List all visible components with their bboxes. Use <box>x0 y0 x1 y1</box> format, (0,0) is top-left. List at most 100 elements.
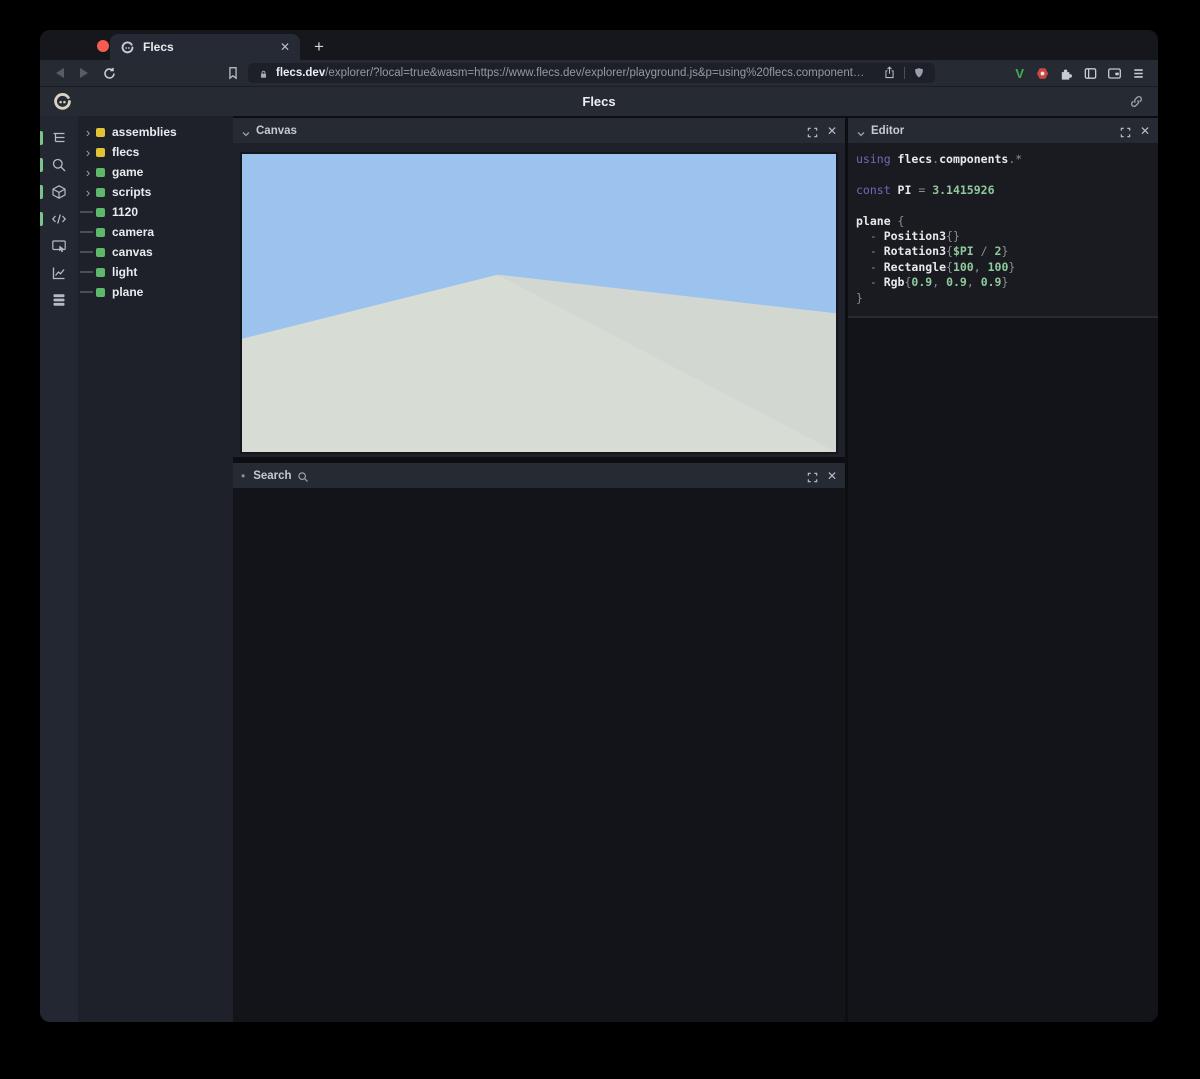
chevron-down-icon[interactable] <box>241 126 251 136</box>
code-icon <box>51 211 67 227</box>
close-icon[interactable]: ✕ <box>1140 125 1150 137</box>
canvas-panel-header: Canvas ✕ <box>233 118 845 143</box>
tree-item-plane[interactable]: plane <box>78 282 233 302</box>
icon-rail <box>40 116 78 1022</box>
tab-title: Flecs <box>143 40 280 54</box>
code-line: plane { <box>856 214 1158 229</box>
code-line <box>856 167 1158 182</box>
tree-item-label: flecs <box>112 145 139 159</box>
code-line: - Rotation3{$PI / 2} <box>856 244 1158 259</box>
forward-button-icon[interactable] <box>80 68 88 78</box>
canvas-3d-viewport[interactable] <box>240 152 838 454</box>
code-line: using flecs.components.* <box>856 152 1158 167</box>
tree-item-label: assemblies <box>112 125 177 139</box>
tree-item-light[interactable]: light <box>78 262 233 282</box>
expand-chevron-icon[interactable]: › <box>80 186 96 199</box>
search-panel-title: Search <box>253 470 291 482</box>
main-column: Canvas ✕ <box>233 116 845 1022</box>
app-header: Flecs <box>40 86 1158 116</box>
expand-icon[interactable] <box>807 470 818 481</box>
permalink-icon[interactable] <box>1129 94 1144 109</box>
window-close-button[interactable] <box>97 40 109 52</box>
empty-area <box>848 318 1158 1022</box>
chevron-down-icon[interactable] <box>856 126 866 136</box>
entity-color-swatch <box>96 168 105 177</box>
red-extension-icon[interactable] <box>1035 66 1050 81</box>
wallet-icon[interactable] <box>1107 66 1122 81</box>
bookmark-icon[interactable] <box>226 66 240 80</box>
rail-item-code[interactable] <box>40 205 78 232</box>
url-host: flecs.dev <box>276 67 325 79</box>
flecs-logo-icon <box>52 91 73 112</box>
expand-icon[interactable] <box>1120 125 1131 136</box>
rail-item-cube[interactable] <box>40 178 78 205</box>
active-indicator <box>40 185 43 199</box>
tab-close-icon[interactable]: ✕ <box>280 40 290 54</box>
rail-item-inspect[interactable] <box>40 232 78 259</box>
expand-chevron-icon[interactable]: › <box>80 126 96 139</box>
tree-item-1120[interactable]: 1120 <box>78 202 233 222</box>
code-line: } <box>856 291 1158 306</box>
cube-icon <box>51 184 67 200</box>
active-indicator <box>40 212 43 226</box>
canvas-panel-body <box>233 143 845 457</box>
vue-devtools-extension-icon[interactable]: V <box>1015 66 1024 81</box>
back-button-icon[interactable] <box>56 68 64 78</box>
tree-item-game[interactable]: › game <box>78 162 233 182</box>
entity-tree-panel: › assemblies › flecs › game › scripts 1120 camera… <box>78 116 233 1022</box>
search-icon <box>51 157 67 173</box>
leaf-connector <box>80 291 96 293</box>
editor-panel-header: Editor ✕ <box>848 118 1158 143</box>
brave-shield-icon[interactable] <box>913 66 925 80</box>
browser-extensions-area: V <box>1015 60 1146 86</box>
code-line: - Rectangle{100, 100} <box>856 260 1158 275</box>
close-icon[interactable]: ✕ <box>827 125 837 137</box>
rail-item-tree[interactable] <box>40 124 78 151</box>
active-indicator <box>40 131 43 145</box>
tree-item-label: canvas <box>112 245 153 259</box>
entity-color-swatch <box>96 128 105 137</box>
canvas-panel-title: Canvas <box>256 125 297 137</box>
tree-item-scripts[interactable]: › scripts <box>78 182 233 202</box>
url-path: /explorer/?local=true&wasm=https://www.f… <box>325 67 875 79</box>
tree-item-canvas[interactable]: canvas <box>78 242 233 262</box>
new-tab-button[interactable]: + <box>306 34 332 60</box>
url-bar[interactable]: flecs.dev /explorer/?local=true&wasm=htt… <box>248 63 935 83</box>
tree-item-label: scripts <box>112 185 151 199</box>
rows-icon <box>51 292 67 308</box>
tree-item-label: game <box>112 165 143 179</box>
code-editor[interactable]: using flecs.components.* const PI = 3.14… <box>848 143 1158 318</box>
code-line: - Position3{} <box>856 229 1158 244</box>
expand-icon[interactable] <box>807 125 818 136</box>
search-panel-header[interactable]: • Search ✕ <box>233 463 845 488</box>
leaf-connector <box>80 231 96 233</box>
entity-color-swatch <box>96 148 105 157</box>
chart-icon <box>51 265 67 281</box>
reload-icon[interactable] <box>102 66 117 81</box>
entity-color-swatch <box>96 288 105 297</box>
extensions-puzzle-icon[interactable] <box>1059 66 1074 81</box>
tree-item-flecs[interactable]: › flecs <box>78 142 233 162</box>
code-line <box>856 198 1158 213</box>
browser-tab[interactable]: Flecs ✕ <box>110 34 300 60</box>
sidebar-toggle-icon[interactable] <box>1083 66 1098 81</box>
inspect-icon <box>51 238 67 254</box>
rail-item-search[interactable] <box>40 151 78 178</box>
expand-chevron-icon[interactable]: › <box>80 146 96 159</box>
expand-chevron-icon[interactable]: › <box>80 166 96 179</box>
entity-color-swatch <box>96 268 105 277</box>
entity-color-swatch <box>96 208 105 217</box>
leaf-connector <box>80 211 96 213</box>
entity-color-swatch <box>96 228 105 237</box>
menu-icon[interactable] <box>1131 66 1146 81</box>
browser-nav-bar: flecs.dev /explorer/?local=true&wasm=htt… <box>40 60 1158 86</box>
share-icon[interactable] <box>883 66 896 80</box>
tree-item-label: 1120 <box>112 205 138 219</box>
leaf-connector <box>80 251 96 253</box>
tree-item-label: plane <box>112 285 143 299</box>
tree-item-camera[interactable]: camera <box>78 222 233 242</box>
rail-item-rows[interactable] <box>40 286 78 313</box>
tree-item-assemblies[interactable]: › assemblies <box>78 122 233 142</box>
close-icon[interactable]: ✕ <box>827 470 837 482</box>
rail-item-chart[interactable] <box>40 259 78 286</box>
